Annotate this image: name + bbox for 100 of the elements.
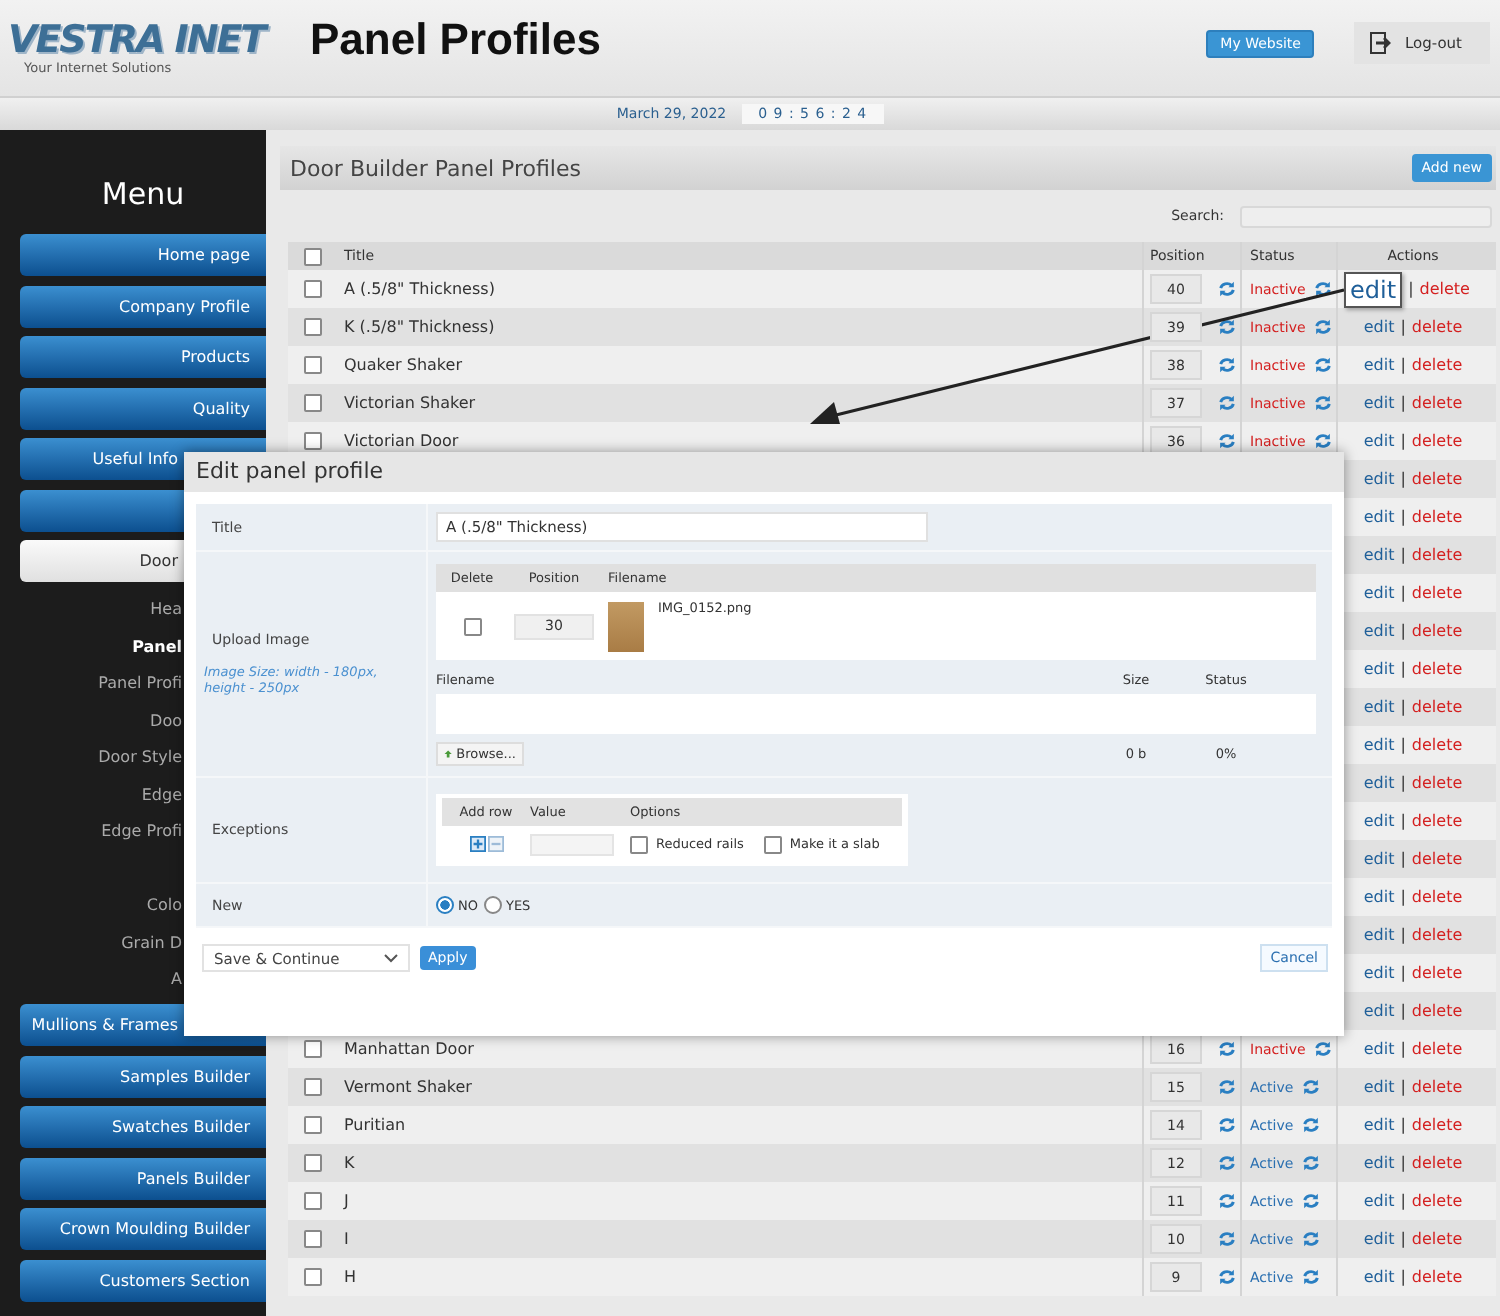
- delete-checkbox[interactable]: [463, 617, 481, 635]
- checkbox[interactable]: [303, 1154, 321, 1172]
- delete-link[interactable]: delete: [1411, 1154, 1463, 1172]
- checkbox[interactable]: [303, 1078, 321, 1096]
- edit-link[interactable]: edit: [1363, 584, 1395, 602]
- refresh-icon[interactable]: [1313, 280, 1332, 298]
- delete-link[interactable]: delete: [1411, 394, 1463, 412]
- edit-link[interactable]: edit: [1363, 1268, 1395, 1286]
- delete-link[interactable]: delete: [1411, 1192, 1463, 1210]
- delete-link[interactable]: delete: [1411, 1116, 1463, 1134]
- delete-link[interactable]: delete: [1411, 508, 1463, 526]
- submenu-item[interactable]: Colo: [146, 896, 182, 915]
- edit-link[interactable]: edit: [1363, 1192, 1395, 1210]
- delete-link[interactable]: delete: [1411, 356, 1463, 374]
- table-cell: Victorian Door: [344, 432, 459, 450]
- edit-link[interactable]: edit: [1363, 508, 1395, 526]
- edit-link[interactable]: edit: [1363, 546, 1395, 564]
- submenu-item[interactable]: Panel: [132, 637, 182, 656]
- option-checkbox[interactable]: [630, 835, 648, 853]
- checkbox[interactable]: [303, 1192, 321, 1210]
- edit-link[interactable]: edit: [1363, 850, 1395, 868]
- minus-icon[interactable]: [487, 836, 503, 852]
- checkbox[interactable]: [303, 1230, 321, 1248]
- delete-link[interactable]: delete: [1419, 280, 1470, 298]
- menu-button[interactable]: Crown Moulding Builder: [20, 1208, 266, 1250]
- edit-link[interactable]: edit: [1363, 888, 1395, 906]
- option-checkbox[interactable]: [763, 835, 782, 853]
- edit-link[interactable]: edit: [1363, 1230, 1395, 1248]
- edit-link[interactable]: edit: [1363, 1116, 1395, 1134]
- edit-link[interactable]: edit: [1363, 774, 1395, 792]
- delete-link[interactable]: delete: [1411, 660, 1463, 678]
- checkbox[interactable]: [303, 1268, 321, 1286]
- delete-link[interactable]: delete: [1411, 964, 1463, 982]
- edit-link[interactable]: edit: [1363, 394, 1395, 412]
- edit-link[interactable]: edit: [1344, 271, 1403, 307]
- edit-link[interactable]: edit: [1363, 964, 1395, 982]
- edit-link[interactable]: edit: [1363, 1040, 1395, 1058]
- checkbox[interactable]: [303, 280, 321, 298]
- delete-link[interactable]: delete: [1411, 812, 1463, 830]
- submenu-item[interactable]: Door Style: [98, 748, 182, 767]
- delete-link[interactable]: delete: [1411, 1078, 1463, 1096]
- menu-button[interactable]: Products: [20, 336, 266, 378]
- edit-link[interactable]: edit: [1363, 1078, 1395, 1096]
- menu-button[interactable]: Company Profile: [20, 285, 266, 327]
- delete-link[interactable]: delete: [1411, 622, 1463, 640]
- delete-link[interactable]: delete: [1411, 470, 1463, 488]
- checkbox[interactable]: [303, 394, 321, 412]
- submenu-item[interactable]: A: [171, 970, 182, 989]
- edit-link[interactable]: edit: [1363, 1002, 1395, 1020]
- submenu-item[interactable]: Hea: [150, 600, 182, 619]
- delete-link[interactable]: delete: [1411, 432, 1463, 450]
- delete-link[interactable]: delete: [1411, 1230, 1463, 1248]
- checkbox[interactable]: [303, 247, 321, 265]
- submenu-item[interactable]: Grain D: [121, 933, 182, 952]
- checkbox[interactable]: [303, 432, 321, 450]
- separator-text: |: [1400, 432, 1406, 450]
- checkbox[interactable]: [303, 318, 321, 336]
- checkbox[interactable]: [303, 356, 321, 374]
- delete-link[interactable]: delete: [1411, 584, 1463, 602]
- edit-link[interactable]: edit: [1363, 432, 1395, 450]
- submenu-item[interactable]: Edge Profi: [101, 822, 182, 841]
- submenu-item[interactable]: Doo: [150, 711, 182, 730]
- edit-link[interactable]: edit: [1363, 812, 1395, 830]
- checkbox[interactable]: [303, 1040, 321, 1058]
- edit-link[interactable]: edit: [1363, 660, 1395, 678]
- menu-button[interactable]: Swatches Builder: [20, 1106, 266, 1148]
- delete-link[interactable]: delete: [1411, 318, 1463, 336]
- edit-link[interactable]: edit: [1363, 1154, 1395, 1172]
- delete-link[interactable]: delete: [1411, 926, 1463, 944]
- edit-link[interactable]: edit: [1363, 698, 1395, 716]
- edit-link[interactable]: edit: [1363, 926, 1395, 944]
- edit-link[interactable]: edit: [1363, 622, 1395, 640]
- plus-icon[interactable]: [469, 836, 485, 852]
- menu-button[interactable]: Panels Builder: [20, 1157, 266, 1199]
- edit-link[interactable]: edit: [1363, 318, 1395, 336]
- delete-link[interactable]: delete: [1411, 1040, 1463, 1058]
- radio-button[interactable]: [436, 896, 454, 914]
- menu-button[interactable]: Samples Builder: [20, 1055, 266, 1097]
- edit-link[interactable]: edit: [1363, 470, 1395, 488]
- submenu-item[interactable]: Panel Profi: [98, 674, 182, 693]
- delete-link[interactable]: delete: [1411, 1268, 1463, 1286]
- checkbox[interactable]: [303, 1116, 321, 1134]
- menu-button[interactable]: Quality: [20, 387, 266, 429]
- separator-text: |: [1400, 1192, 1406, 1210]
- refresh-icon[interactable]: [1218, 318, 1236, 336]
- value-field[interactable]: [530, 833, 614, 855]
- menu-button[interactable]: Customers Section: [20, 1259, 266, 1301]
- delete-link[interactable]: delete: [1411, 698, 1463, 716]
- delete-link[interactable]: delete: [1411, 546, 1463, 564]
- menu-button[interactable]: Home page: [20, 234, 266, 276]
- radio-button[interactable]: [483, 896, 502, 914]
- edit-link[interactable]: edit: [1363, 736, 1395, 754]
- delete-link[interactable]: delete: [1411, 736, 1463, 754]
- delete-link[interactable]: delete: [1411, 1002, 1463, 1020]
- logout-icon: [1370, 32, 1393, 54]
- delete-link[interactable]: delete: [1411, 774, 1463, 792]
- submenu-item[interactable]: Edge: [141, 785, 182, 804]
- edit-link[interactable]: edit: [1363, 356, 1395, 374]
- delete-link[interactable]: delete: [1411, 888, 1463, 906]
- delete-link[interactable]: delete: [1411, 850, 1463, 868]
